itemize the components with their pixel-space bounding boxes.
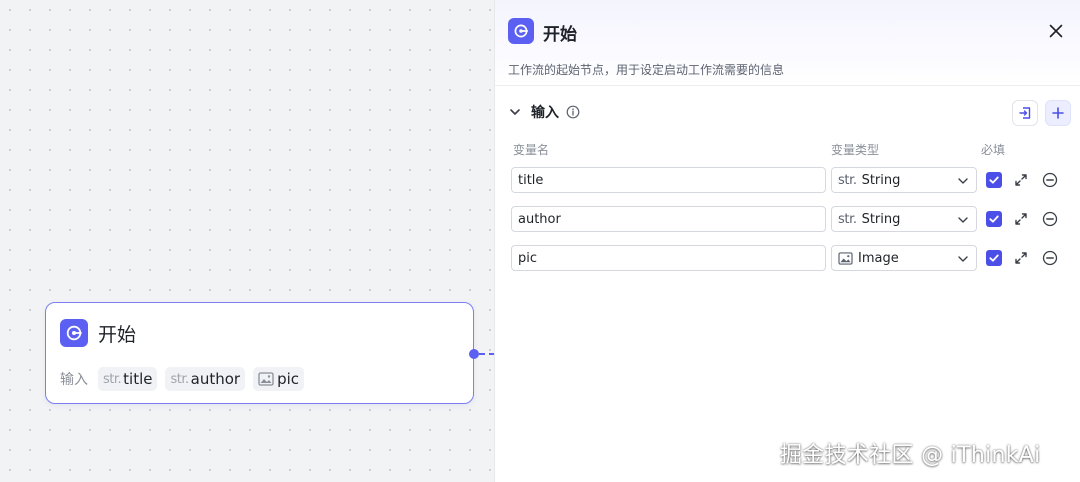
variable-type-label: String xyxy=(861,211,901,227)
variable-name-input[interactable]: pic xyxy=(511,245,826,271)
close-icon xyxy=(1049,24,1063,38)
panel-logo-icon xyxy=(508,18,534,44)
column-header-required: 必填 xyxy=(981,143,1006,157)
start-node-output-port[interactable] xyxy=(469,349,479,359)
connection-edge xyxy=(479,353,494,355)
variable-name-input[interactable]: title xyxy=(511,167,826,193)
remove-circle-icon[interactable] xyxy=(1042,172,1058,188)
column-header-name: 变量名 xyxy=(513,143,550,157)
start-node-inputs-label: 输入 xyxy=(60,372,88,388)
input-tag-name: pic xyxy=(277,370,300,388)
input-tag-author: str. author xyxy=(165,367,246,391)
import-icon xyxy=(1019,107,1031,119)
check-icon xyxy=(989,176,999,184)
input-tag-name: author xyxy=(190,370,241,388)
start-node-header: 开始 xyxy=(60,319,136,347)
add-variable-button[interactable] xyxy=(1045,100,1071,126)
string-type-icon: str. xyxy=(838,211,857,227)
variable-type-select[interactable]: str. String xyxy=(831,206,977,232)
image-type-icon xyxy=(258,372,274,386)
panel-description: 工作流的起始节点，用于设定启动工作流需要的信息 xyxy=(508,63,785,77)
chevron-down-icon xyxy=(958,178,968,184)
input-tag-title: str. title xyxy=(98,367,158,391)
panel-title: 开始 xyxy=(543,25,577,45)
remove-circle-icon[interactable] xyxy=(1042,211,1058,227)
expand-icon[interactable] xyxy=(1014,173,1028,187)
column-header-type: 变量类型 xyxy=(831,143,880,157)
plus-icon xyxy=(1052,107,1064,119)
expand-icon[interactable] xyxy=(1014,251,1028,265)
input-tag-name: title xyxy=(123,370,153,388)
check-icon xyxy=(989,215,999,223)
string-type-icon: str. xyxy=(170,371,189,387)
close-button[interactable] xyxy=(1047,22,1065,40)
variable-type-label: String xyxy=(861,172,901,188)
start-node[interactable]: 开始 输入 str. title str. author pic xyxy=(45,302,474,404)
remove-circle-icon[interactable] xyxy=(1042,250,1058,266)
variable-type-select[interactable]: Image xyxy=(831,245,977,271)
start-node-title: 开始 xyxy=(98,323,137,346)
variable-row: pic Image xyxy=(511,245,1071,272)
variable-type-label: Image xyxy=(858,250,899,266)
variable-type-select[interactable]: str. String xyxy=(831,167,977,193)
chevron-down-icon xyxy=(958,217,968,223)
info-icon[interactable] xyxy=(566,105,580,119)
required-checkbox[interactable] xyxy=(986,211,1002,227)
start-node-logo-icon xyxy=(60,319,88,347)
input-section-title: 输入 xyxy=(531,105,559,121)
string-type-icon: str. xyxy=(838,172,857,188)
start-node-inputs: 输入 str. title str. author pic xyxy=(60,366,312,392)
required-checkbox[interactable] xyxy=(986,250,1002,266)
string-type-icon: str. xyxy=(103,371,122,387)
expand-icon[interactable] xyxy=(1014,212,1028,226)
required-checkbox[interactable] xyxy=(986,172,1002,188)
workflow-canvas[interactable] xyxy=(0,0,494,482)
variable-row: title str. String xyxy=(511,167,1071,194)
input-tag-pic: pic xyxy=(253,367,305,391)
node-config-panel: 开始 工作流的起始节点，用于设定启动工作流需要的信息 输入 变量名 变量类型 必… xyxy=(494,0,1080,482)
image-type-icon xyxy=(838,251,853,265)
chevron-down-icon xyxy=(510,109,520,115)
import-variables-button[interactable] xyxy=(1012,100,1038,126)
variable-name-input[interactable]: author xyxy=(511,206,826,232)
variable-row: author str. String xyxy=(511,206,1071,233)
input-section-toggle[interactable]: 输入 xyxy=(508,101,580,123)
check-icon xyxy=(989,254,999,262)
chevron-down-icon xyxy=(958,256,968,262)
watermark: 掘金技术社区 @ iThinkAi xyxy=(780,443,1041,468)
